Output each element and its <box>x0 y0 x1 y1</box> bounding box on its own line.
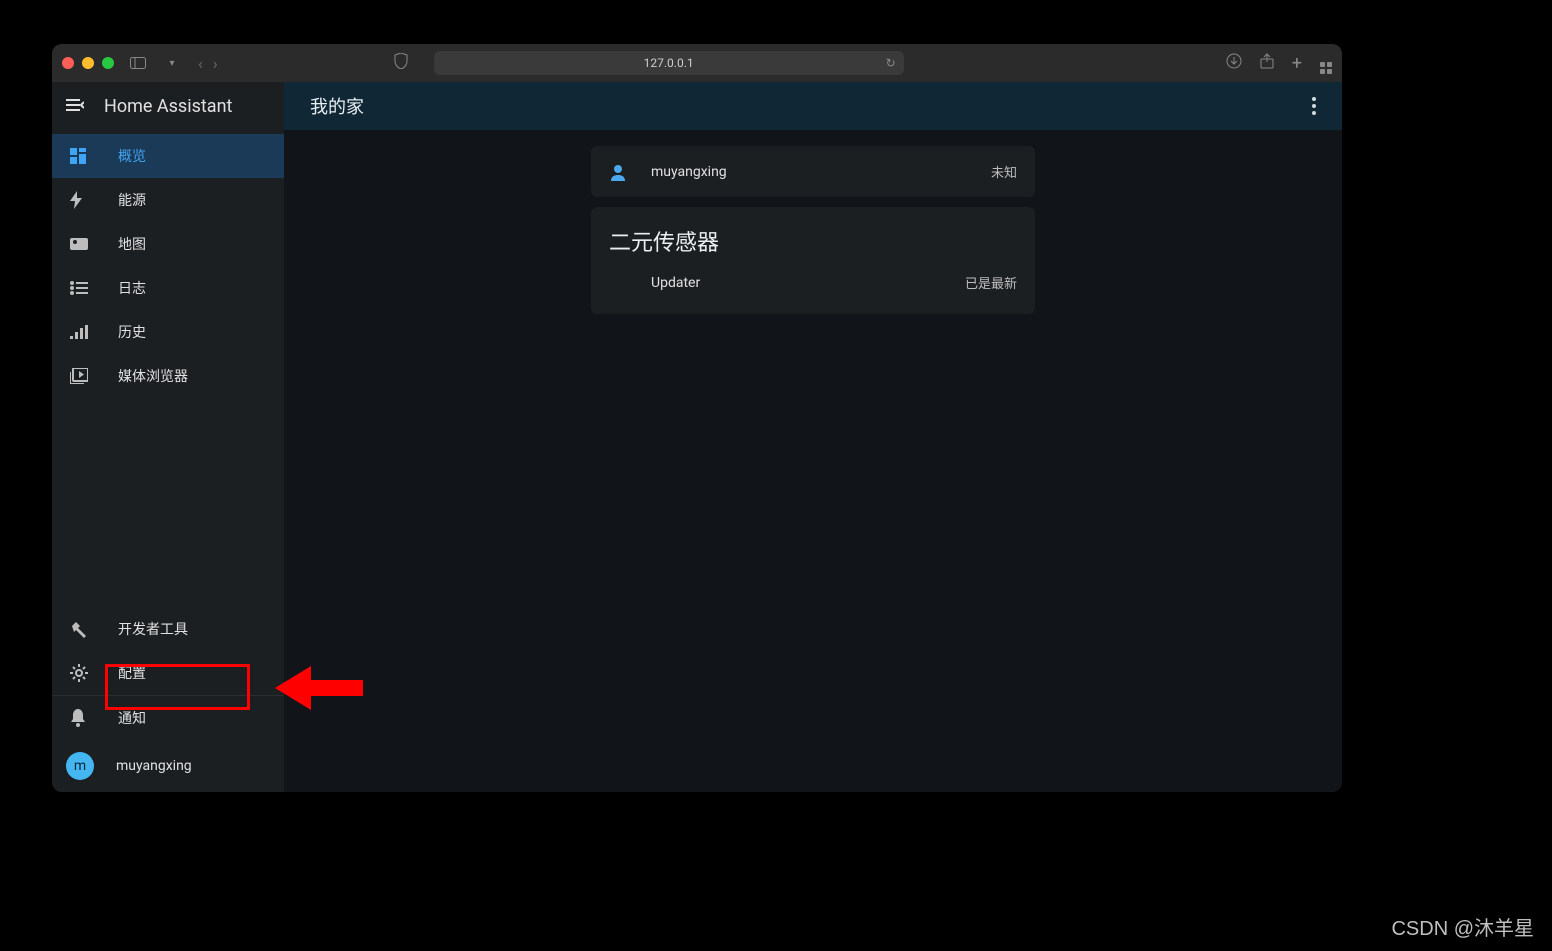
minimize-window-button[interactable] <box>82 57 94 69</box>
address-text: 127.0.0.1 <box>644 56 694 70</box>
close-window-button[interactable] <box>62 57 74 69</box>
sidebar-item-label: 开发者工具 <box>118 619 188 639</box>
bolt-icon <box>70 191 90 209</box>
person-icon <box>609 163 629 181</box>
sidebar-item-logbook[interactable]: 日志 <box>52 266 284 310</box>
sidebar-nav: 概览 能源 地图 日志 <box>52 130 284 398</box>
address-bar[interactable]: 127.0.0.1 ↻ <box>434 51 904 75</box>
browser-toolbar: ▾ ‹ › 127.0.0.1 ↻ + <box>52 44 1342 82</box>
sidebar-item-overview[interactable]: 概览 <box>52 134 284 178</box>
app-title: Home Assistant <box>104 96 232 117</box>
share-icon[interactable] <box>1260 53 1274 73</box>
sidebar-item-history[interactable]: 历史 <box>52 310 284 354</box>
person-card[interactable]: muyangxing 未知 <box>591 146 1035 197</box>
card-title: 二元传感器 <box>591 207 1035 257</box>
sidebar-item-label: 通知 <box>118 708 146 728</box>
sidebar-item-notifications[interactable]: 通知 <box>52 696 284 740</box>
sidebar-item-label: 概览 <box>118 146 146 166</box>
collapse-sidebar-icon[interactable] <box>66 97 84 116</box>
sidebar-item-label: 媒体浏览器 <box>118 366 188 386</box>
privacy-shield-icon[interactable] <box>394 53 408 73</box>
bell-icon <box>70 709 90 727</box>
avatar: m <box>66 752 94 780</box>
page-title: 我的家 <box>310 93 364 119</box>
history-icon <box>70 325 90 339</box>
sidebar-item-label: 日志 <box>118 278 146 298</box>
updater-state: 已是最新 <box>965 273 1017 292</box>
home-assistant-app: Home Assistant 概览 能源 <box>52 82 1342 792</box>
browser-window: ▾ ‹ › 127.0.0.1 ↻ + <box>52 44 1342 792</box>
sidebar-user[interactable]: m muyangxing <box>52 740 284 792</box>
sidebar-footer: 通知 m muyangxing <box>52 695 284 792</box>
sidebar-bottom-nav: 开发者工具 配置 <box>52 603 284 695</box>
logbook-icon <box>70 281 90 295</box>
maximize-window-button[interactable] <box>102 57 114 69</box>
sidebar-header: Home Assistant <box>52 82 284 130</box>
person-name: muyangxing <box>651 164 727 180</box>
sidebar-item-label: 地图 <box>118 234 146 254</box>
nav-arrows: ‹ › <box>198 54 218 73</box>
back-button[interactable]: ‹ <box>198 54 203 73</box>
tab-overview-icon[interactable] <box>1320 53 1332 74</box>
user-label: muyangxing <box>116 758 192 774</box>
dashboard-icon <box>70 148 90 164</box>
window-controls <box>62 57 114 69</box>
sidebar-item-label: 能源 <box>118 190 146 210</box>
sidebar-item-developer-tools[interactable]: 开发者工具 <box>52 607 284 651</box>
content-header: 我的家 <box>284 82 1342 130</box>
map-icon <box>70 236 90 252</box>
updater-row[interactable]: Updater 已是最新 <box>591 257 1035 308</box>
toolbar-right: + <box>1226 53 1332 74</box>
sidebar-item-label: 配置 <box>118 663 146 683</box>
gear-icon <box>70 664 90 682</box>
sidebar: Home Assistant 概览 能源 <box>52 82 284 792</box>
media-icon <box>70 368 90 384</box>
chevron-down-icon[interactable]: ▾ <box>160 58 184 69</box>
sidebar-toggle-icon[interactable] <box>130 57 154 69</box>
sidebar-item-media-browser[interactable]: 媒体浏览器 <box>52 354 284 398</box>
new-tab-icon[interactable]: + <box>1292 53 1302 74</box>
sidebar-item-settings[interactable]: 配置 <box>52 651 284 695</box>
downloads-icon[interactable] <box>1226 53 1242 73</box>
reload-icon[interactable]: ↻ <box>886 56 896 70</box>
overflow-menu-icon[interactable] <box>1312 97 1316 115</box>
sidebar-item-label: 历史 <box>118 322 146 342</box>
main-content: 我的家 muyangxing 未知 二元传感器 <box>284 82 1342 792</box>
updater-label: Updater <box>651 275 700 291</box>
watermark: CSDN @沐羊星 <box>1391 912 1534 941</box>
sidebar-item-energy[interactable]: 能源 <box>52 178 284 222</box>
forward-button[interactable]: › <box>213 54 218 73</box>
cards-area: muyangxing 未知 二元传感器 Updater 已是最新 <box>284 130 1342 330</box>
sidebar-item-map[interactable]: 地图 <box>52 222 284 266</box>
hammer-icon <box>70 620 90 638</box>
person-state: 未知 <box>991 162 1017 181</box>
binary-sensor-card: 二元传感器 Updater 已是最新 <box>591 207 1035 314</box>
